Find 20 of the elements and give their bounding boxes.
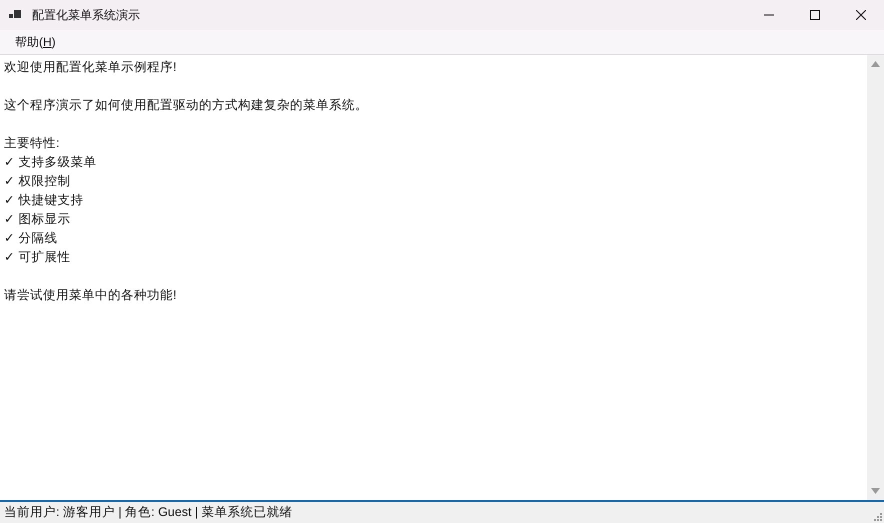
text-line: ✓ 快捷键支持 bbox=[4, 192, 84, 209]
window-title: 配置化菜单系统演示 bbox=[32, 6, 140, 24]
text-line: 请尝试使用菜单中的各种功能! bbox=[4, 287, 178, 304]
maximize-icon bbox=[810, 10, 820, 20]
text-line: ✓ 图标显示 bbox=[4, 211, 72, 228]
text-line: ✓ 可扩展性 bbox=[4, 249, 72, 266]
scroll-up-arrow-icon[interactable] bbox=[871, 61, 880, 67]
text-line: 主要特性: bbox=[4, 135, 60, 152]
text-line: 欢迎使用配置化菜单示例程序! bbox=[4, 59, 178, 76]
status-text: 当前用户: 游客用户 | 角色: Guest | 菜单系统已就绪 bbox=[4, 504, 293, 521]
text-line: ✓ 分隔线 bbox=[4, 230, 58, 247]
scroll-down-arrow-icon[interactable] bbox=[871, 488, 880, 494]
app-icon bbox=[9, 10, 21, 20]
text-line: ✓ 支持多级菜单 bbox=[4, 154, 98, 171]
text-line: ✓ 权限控制 bbox=[4, 173, 72, 190]
menu-item[interactable]: 帮助(H) bbox=[8, 32, 63, 52]
close-icon bbox=[856, 10, 866, 20]
scrollbar[interactable] bbox=[867, 55, 884, 500]
text-line: 这个程序演示了如何使用配置驱动的方式构建复杂的菜单系统。 bbox=[4, 97, 369, 114]
resize-grip-icon[interactable] bbox=[873, 512, 882, 521]
